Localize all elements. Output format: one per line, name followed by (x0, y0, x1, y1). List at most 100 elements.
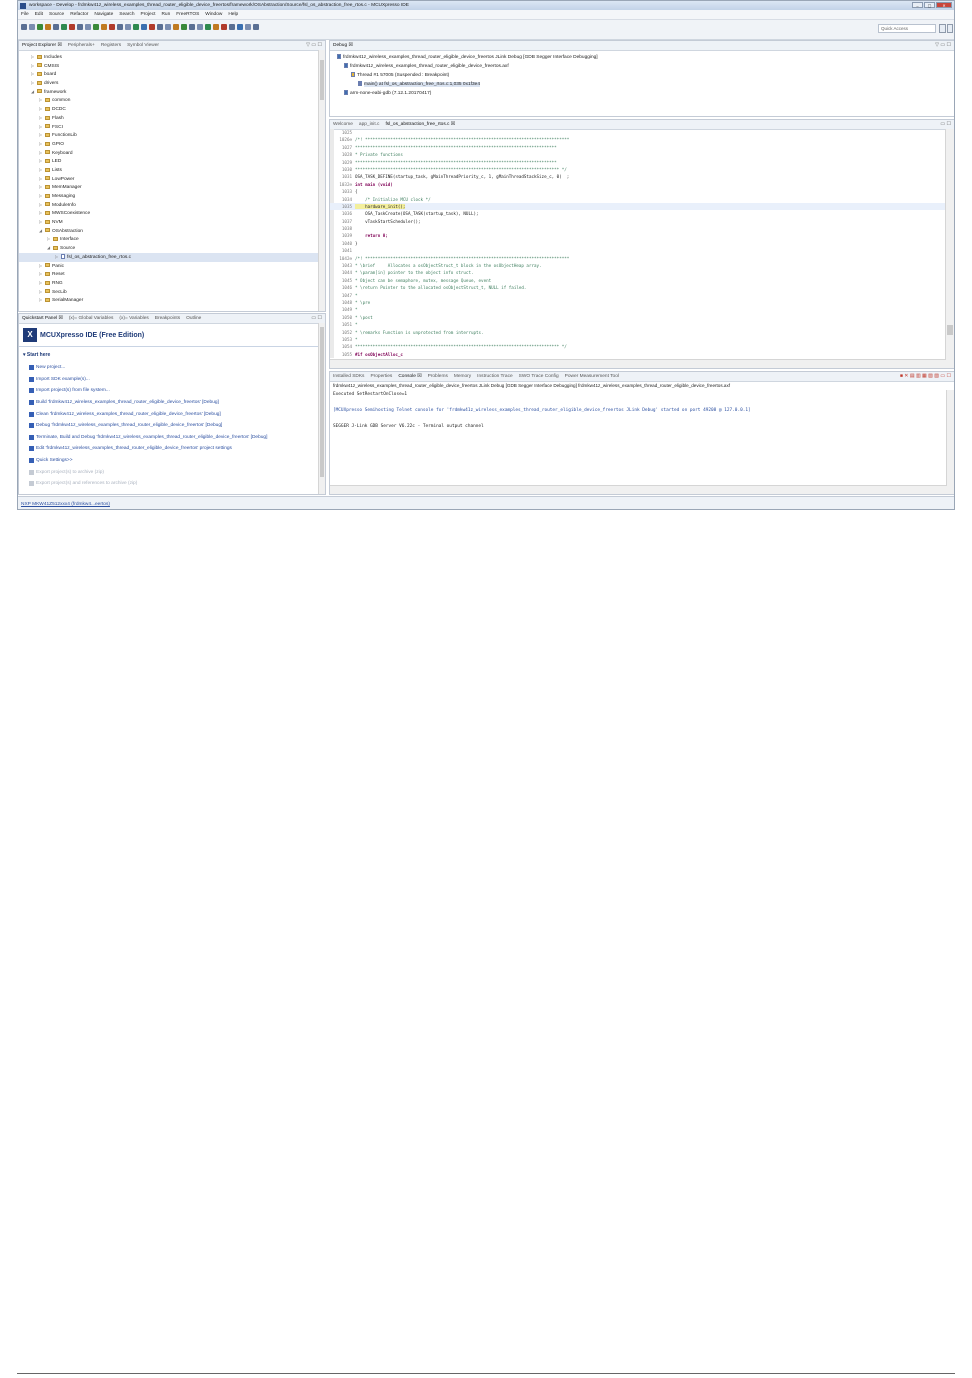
tab-quickstart-3[interactable]: Breakpoints (155, 316, 180, 321)
tab-quickstart-1[interactable]: (x)= Global Variables (69, 316, 114, 321)
toolbar-action-icon[interactable] (93, 24, 99, 30)
tab-explorer-0[interactable]: Project Explorer ☒ (22, 43, 62, 48)
horizontal-scrollbar[interactable] (330, 359, 946, 368)
perspective-icon[interactable] (946, 24, 953, 33)
code-line[interactable]: 1026⊖/*! *******************************… (330, 136, 946, 143)
tree-item[interactable]: ▷ ModuleInfo (19, 201, 325, 210)
tree-item[interactable]: ▷ Interface (19, 235, 325, 244)
tree-item[interactable]: ▷ NVM (19, 218, 325, 227)
tab-quickstart-2[interactable]: (x)= Variables (119, 316, 148, 321)
tree-item[interactable]: ▷ SerialManager (19, 296, 325, 305)
toolbar-action-icon[interactable] (229, 24, 235, 30)
tree-item[interactable]: ▷ RNG (19, 279, 325, 288)
code-line[interactable]: 1045 * Object can be semaphore, mutex, me… (330, 277, 946, 284)
code-line[interactable]: 1043 * \brief Allocates a osObjectStruct_… (330, 262, 946, 269)
tree-item[interactable]: ▷ MemManager (19, 183, 325, 192)
code-line[interactable]: 1032⊖ int main (void) (330, 181, 946, 188)
toolbar-action-icon[interactable] (253, 24, 259, 30)
tree-item[interactable]: ▷ Reset (19, 270, 325, 279)
horizontal-scrollbar[interactable] (330, 485, 947, 494)
vertical-scrollbar[interactable] (946, 390, 954, 494)
tab-console-5[interactable]: Instruction Trace (477, 374, 512, 379)
menu-source[interactable]: Source (49, 12, 64, 17)
code-line[interactable]: 1039 return 0; (330, 232, 946, 239)
quickstart-action[interactable]: Import SDK example(s)... (19, 374, 325, 386)
debug-tree-item[interactable]: arm-none-eabi-gdb (7.12.1.20170417) (330, 89, 954, 98)
toolbar-action-icon[interactable] (109, 24, 115, 30)
tab-explorer-3[interactable]: Symbol Viewer (127, 43, 159, 48)
code-line[interactable]: 1044 * \param[in] pointer to the object i… (330, 269, 946, 276)
menu-freertos[interactable]: FreeRTOS (176, 12, 199, 17)
vertical-scrollbar[interactable] (318, 323, 325, 494)
tree-item[interactable]: ◢ OSAbstraction (19, 227, 325, 236)
code-line[interactable]: 1048 * \pre (330, 299, 946, 306)
quick-access-input[interactable]: Quick Access (878, 24, 936, 33)
close-button[interactable]: ✕ (936, 2, 952, 8)
status-target-link[interactable]: NXP MKW41Z512xxx4 (frdmkw4...eertos) (21, 502, 110, 507)
toolbar-action-icon[interactable] (69, 24, 75, 30)
tab-quickstart-0[interactable]: Quickstart Panel ☒ (22, 316, 63, 321)
tab-editor-0[interactable]: Welcome (333, 122, 353, 127)
tab-debug[interactable]: Debug ☒ (333, 43, 353, 48)
quickstart-action[interactable]: Edit 'frdmkw41z_wireless_examples_thread… (19, 443, 325, 455)
minimize-button[interactable]: – (912, 2, 923, 8)
code-line[interactable]: 1030 ************************************… (330, 166, 946, 173)
toolbar-action-icon[interactable] (189, 24, 195, 30)
toolbar-action-icon[interactable] (37, 24, 43, 30)
tab-console-4[interactable]: Memory (454, 374, 471, 379)
menu-edit[interactable]: Edit (35, 12, 43, 17)
code-line[interactable]: 1050 * \post (330, 314, 946, 321)
quickstart-action[interactable]: Clean 'frdmkw41z_wireless_examples_threa… (19, 408, 325, 420)
tab-console-3[interactable]: Problems (428, 374, 448, 379)
code-line[interactable]: 1033{ (330, 188, 946, 195)
tab-console-0[interactable]: Installed SDKs (333, 374, 364, 379)
quickstart-action[interactable]: Terminate, Build and Debug 'frdmkw41z_wi… (19, 432, 325, 444)
tree-item[interactable]: ▷ FSCI (19, 123, 325, 132)
code-line[interactable]: 1052 * \remarks Function is unprotected f… (330, 329, 946, 336)
menu-help[interactable]: Help (228, 12, 238, 17)
toolbar-action-icon[interactable] (77, 24, 83, 30)
start-here-heading[interactable]: ▾ Start here (23, 352, 325, 358)
code-line[interactable]: 1042⊖/*! *******************************… (330, 255, 946, 262)
menu-run[interactable]: Run (161, 12, 170, 17)
quickstart-action[interactable]: Export project(s) and references to arch… (19, 478, 325, 490)
toolbar-action-icon[interactable] (205, 24, 211, 30)
tab-console-1[interactable]: Properties (370, 374, 392, 379)
code-line[interactable]: 1053 * (330, 336, 946, 343)
menu-file[interactable]: File (21, 12, 29, 17)
code-line[interactable]: 1031 OSA_TASK_DEFINE(startup_task, gMainT… (330, 173, 946, 180)
menu-refactor[interactable]: Refactor (70, 12, 88, 17)
toolbar-action-icon[interactable] (221, 24, 227, 30)
toolbar-action-icon[interactable] (197, 24, 203, 30)
view-menu-icon[interactable]: ▽ ▭ ☐ (306, 42, 322, 48)
code-line[interactable]: 1047 * (330, 292, 946, 299)
toolbar-action-icon[interactable] (213, 24, 219, 30)
toolbar-action-icon[interactable] (61, 24, 67, 30)
toolbar-action-icon[interactable] (85, 24, 91, 30)
toolbar-action-icon[interactable] (165, 24, 171, 30)
toolbar-action-icon[interactable] (181, 24, 187, 30)
debug-tree-item[interactable]: frdmkw41z_wireless_examples_thread_route… (330, 53, 954, 62)
code-line[interactable]: 1028 * Private functions (330, 151, 946, 158)
tab-editor-1[interactable]: app_init.c (359, 122, 380, 127)
tree-item[interactable]: ▷ fsl_os_abstraction_free_rtos.c (19, 252, 325, 262)
view-menu-icon[interactable]: ▽ ▭ ☐ (935, 42, 951, 48)
tree-item[interactable]: ▷ Panic (19, 262, 325, 271)
toolbar-action-icon[interactable] (21, 24, 27, 30)
toolbar-action-icon[interactable] (53, 24, 59, 30)
perspective-icon[interactable] (939, 24, 946, 33)
tab-editor-2[interactable]: fsl_os_abstraction_free_rtos.c ☒ (385, 122, 455, 127)
code-line[interactable]: 1029 ************************************… (330, 159, 946, 166)
tree-item[interactable]: ▷ common (19, 96, 325, 105)
toolbar-action-icon[interactable] (133, 24, 139, 30)
tree-item[interactable]: ▷ Includes (19, 53, 325, 62)
perspective-switcher[interactable] (939, 24, 953, 33)
toolbar-action-icon[interactable] (117, 24, 123, 30)
code-line[interactable]: 1054 ************************************… (330, 343, 946, 350)
code-line[interactable]: 1049 * (330, 306, 946, 313)
quickstart-action[interactable]: New project... (19, 362, 325, 374)
code-line[interactable]: 1025 (330, 129, 946, 136)
tree-item[interactable]: ▷ Keyboard (19, 149, 325, 158)
code-line[interactable]: 1040} (330, 240, 946, 247)
menu-window[interactable]: Window (205, 12, 222, 17)
